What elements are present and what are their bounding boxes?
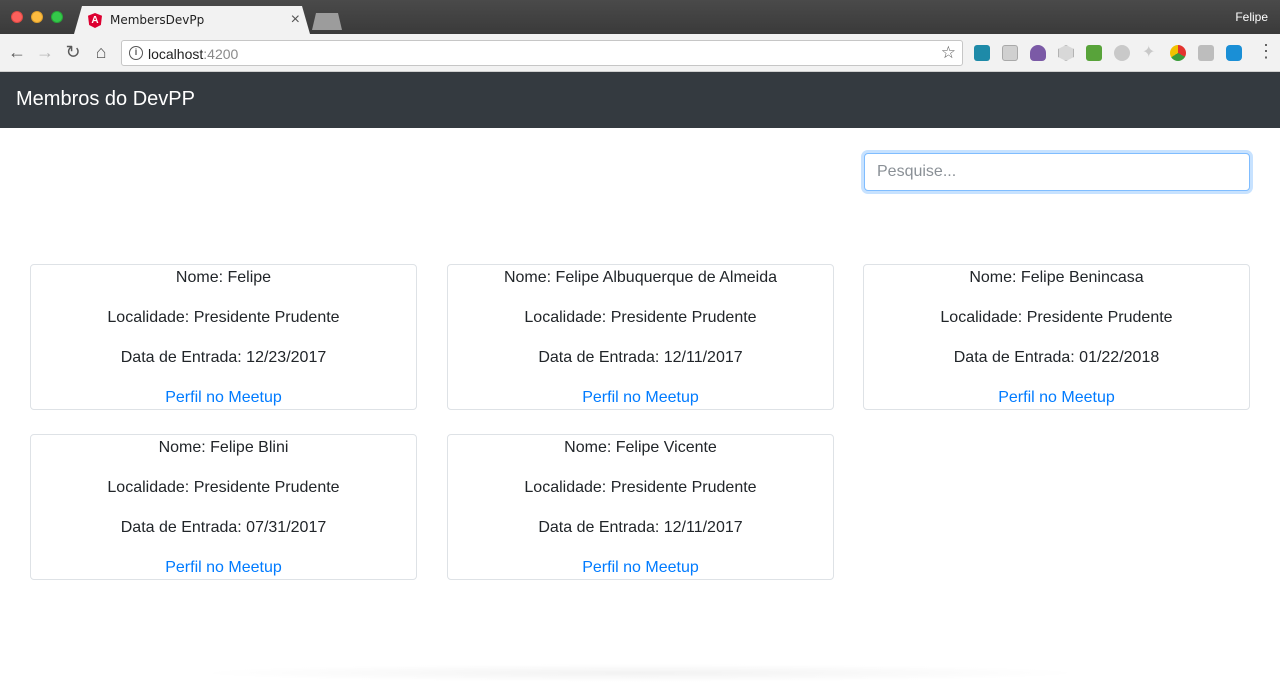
member-name: Nome: Felipe Vicente [564,439,717,456]
extension-icon[interactable] [1058,45,1074,61]
extension-icon[interactable]: ✦ [1142,45,1158,61]
address-bar[interactable]: i localhost:4200 ☆ [121,40,963,66]
tab-title: MembersDevPp [110,13,205,27]
extension-icon[interactable] [1114,45,1130,61]
tab-close-icon[interactable]: × [291,11,300,29]
member-location: Localidade: Presidente Prudente [524,309,757,326]
url-host: localhost [148,46,204,62]
member-location: Localidade: Presidente Prudente [940,309,1173,326]
search-input[interactable] [864,153,1250,191]
bookmark-star-icon[interactable]: ☆ [941,43,956,63]
member-card: Nome: Felipe Albuquerque de Almeida Loca… [447,264,834,410]
browser-titlebar: A MembersDevPp × Felipe [0,0,1280,34]
member-card: Nome: Felipe Vicente Localidade: Preside… [447,434,834,580]
cors-extension-icon[interactable] [1086,45,1102,61]
member-join-date: Data de Entrada: 07/31/2017 [120,519,327,536]
angular-logo-icon: A [88,13,102,28]
member-card: Nome: Felipe Blini Localidade: President… [30,434,417,580]
member-name: Nome: Felipe Blini [158,439,289,456]
new-tab-button[interactable] [312,13,342,30]
extension-icon[interactable] [1002,45,1018,61]
member-name: Nome: Felipe Albuquerque de Almeida [503,269,778,286]
back-icon[interactable]: ← [6,41,28,63]
home-icon[interactable]: ⌂ [90,41,112,63]
member-name: Nome: Felipe Benincasa [969,269,1144,286]
meetup-profile-link[interactable]: Perfil no Meetup [448,556,833,580]
member-join-date: Data de Entrada: 12/11/2017 [538,349,743,366]
browser-tab[interactable]: A MembersDevPp × [74,6,310,34]
member-join-date: Data de Entrada: 01/22/2018 [953,349,1160,366]
url-text[interactable]: localhost:4200 [148,46,238,62]
member-name: Nome: Felipe [175,269,272,286]
minimize-window-button[interactable] [31,11,43,23]
profile-name[interactable]: Felipe [1235,10,1268,24]
extension-icon[interactable] [1198,45,1214,61]
browser-menu-icon[interactable]: ⋮ [1257,42,1275,60]
maximize-window-button[interactable] [51,11,63,23]
extension-icon[interactable] [1170,45,1186,61]
browser-toolbar: ← → ↻ ⌂ i localhost:4200 ☆ ✦ ⋮ [0,34,1280,72]
member-location: Localidade: Presidente Prudente [524,479,757,496]
navbar-brand[interactable]: Membros do DevPP [16,88,195,111]
meetup-profile-link[interactable]: Perfil no Meetup [448,386,833,410]
member-card: Nome: Felipe Benincasa Localidade: Presi… [863,264,1250,410]
info-icon[interactable]: i [129,46,143,60]
app-navbar: Membros do DevPP [0,72,1280,128]
member-join-date: Data de Entrada: 12/23/2017 [120,349,327,366]
extension-icon[interactable] [1030,45,1046,61]
forward-icon[interactable]: → [34,41,56,63]
member-location: Localidade: Presidente Prudente [107,479,340,496]
member-card: Nome: Felipe Localidade: Presidente Prud… [30,264,417,410]
member-location: Localidade: Presidente Prudente [107,309,340,326]
meetup-profile-link[interactable]: Perfil no Meetup [31,386,416,410]
meetup-profile-link[interactable]: Perfil no Meetup [31,556,416,580]
extension-icon[interactable] [1226,45,1242,61]
url-port: :4200 [203,46,239,62]
member-join-date: Data de Entrada: 12/11/2017 [538,519,743,536]
extension-icon[interactable] [974,45,990,61]
close-window-button[interactable] [11,11,23,23]
decorative-shadow [190,664,1090,682]
reload-icon[interactable]: ↻ [62,41,84,63]
meetup-profile-link[interactable]: Perfil no Meetup [864,386,1249,410]
